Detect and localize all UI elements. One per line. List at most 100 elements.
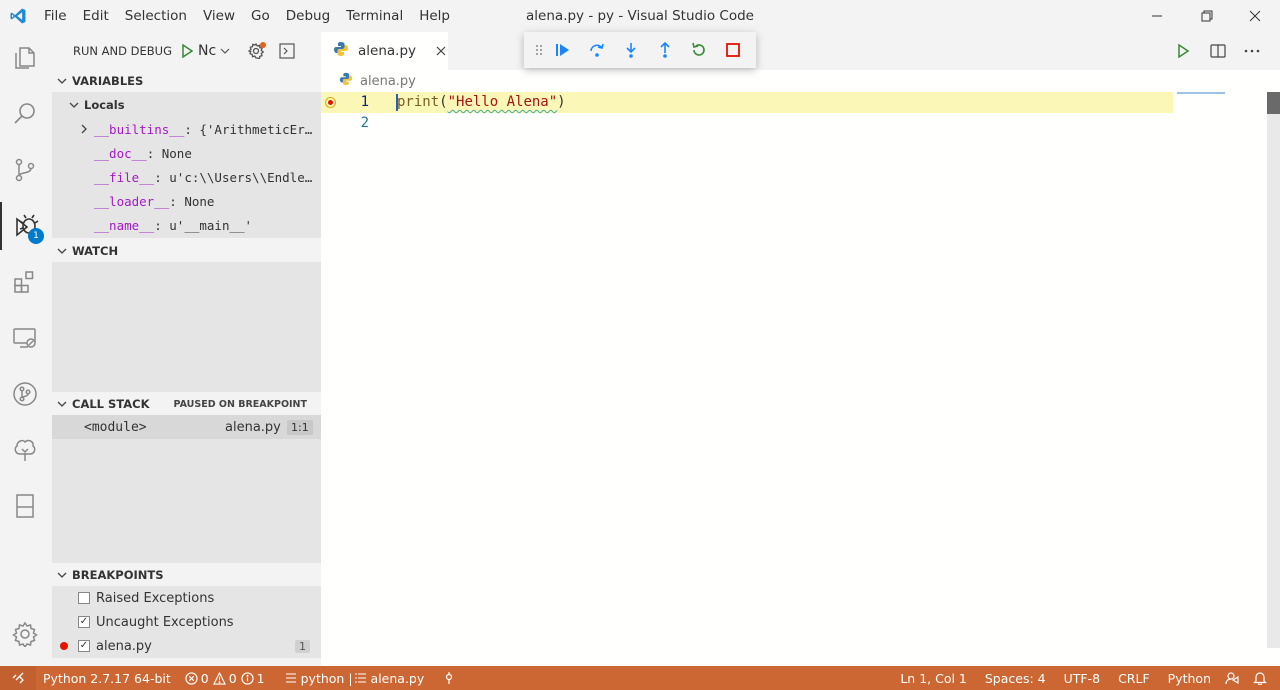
git-graph-icon[interactable] (0, 370, 50, 418)
python-file-icon (333, 41, 349, 61)
checkbox-unchecked-icon[interactable] (78, 592, 90, 604)
breakpoints-header[interactable]: BREAKPOINTS (50, 564, 321, 586)
variable-value: : {'ArithmeticEr… (184, 121, 313, 137)
checkbox-checked-icon[interactable]: ✓ (78, 616, 90, 628)
variable-row[interactable]: __loader__: None (52, 189, 321, 213)
notifications-bell-icon[interactable] (1246, 671, 1274, 685)
list-icon (354, 672, 367, 684)
debug-config-name: python | (300, 670, 353, 686)
variable-row[interactable]: __builtins__: {'ArithmeticEr… (52, 117, 321, 141)
debug-config-indicator[interactable]: python | alena.py (278, 671, 432, 686)
menu-go[interactable]: Go (243, 0, 278, 32)
close-tab-icon[interactable] (436, 46, 446, 56)
restore-icon[interactable] (1184, 0, 1230, 32)
chevron-down-icon (54, 399, 70, 409)
scope-label: Locals (84, 98, 125, 112)
restart-icon[interactable] (682, 36, 716, 64)
call-stack-header[interactable]: CALL STACK PAUSED ON BREAKPOINT (50, 393, 321, 415)
debug-console-icon[interactable] (277, 41, 297, 61)
checkbox-checked-icon[interactable]: ✓ (78, 640, 90, 652)
variable-row[interactable]: __file__: u'c:\\Users\\Endle… (52, 165, 321, 189)
menu-edit[interactable]: Edit (75, 0, 117, 32)
line-number: 1 (360, 94, 369, 110)
scope-locals[interactable]: Locals (52, 93, 321, 117)
stack-frame[interactable]: <module> alena.py 1:1 (52, 415, 321, 439)
debug-toolbar (524, 32, 756, 68)
encoding[interactable]: UTF-8 (1057, 671, 1107, 686)
run-and-debug-title: RUN AND DEBUG (73, 44, 172, 58)
open-launch-json-icon[interactable] (245, 40, 267, 62)
breakpoint-item[interactable]: ✓ alena.py 1 (52, 634, 321, 658)
extensions-icon[interactable] (0, 258, 50, 306)
breakpoints-title: BREAKPOINTS (72, 568, 164, 582)
code-string: "Hello Alena" (447, 94, 558, 110)
editor-area: alena.py alena.py 1 print("Hello Alena")… (321, 32, 1280, 666)
menu-debug[interactable]: Debug (278, 0, 338, 32)
step-out-icon[interactable] (648, 36, 682, 64)
remote-explorer-icon[interactable] (0, 314, 50, 362)
breakpoint-label: alena.py (96, 638, 152, 654)
menu-selection[interactable]: Selection (117, 0, 195, 32)
breadcrumb-file[interactable]: alena.py (360, 74, 416, 89)
menu-terminal[interactable]: Terminal (338, 0, 411, 32)
testing-tree-icon[interactable] (0, 426, 50, 474)
stop-icon[interactable] (716, 36, 750, 64)
breakpoint-count: 1 (295, 639, 310, 653)
run-debug-icon[interactable]: 1 (0, 202, 50, 250)
debug-sidebar: RUN AND DEBUG Nc VARIABLES Locals __buil… (50, 32, 321, 666)
variable-row[interactable]: __doc__: None (52, 141, 321, 165)
chevron-right-icon (76, 124, 92, 134)
variables-header[interactable]: VARIABLES (50, 70, 321, 92)
breakpoint-item[interactable]: Raised Exceptions (52, 586, 321, 610)
run-file-icon[interactable] (1173, 41, 1193, 61)
more-actions-icon[interactable] (1241, 41, 1263, 61)
error-count: 0 (200, 670, 209, 686)
indentation[interactable]: Spaces: 4 (978, 671, 1053, 686)
cursor-position[interactable]: Ln 1, Col 1 (893, 671, 974, 686)
warning-count: 0 (228, 670, 237, 686)
chevron-down-icon (54, 76, 70, 86)
chevron-down-icon (66, 100, 82, 110)
menu-file[interactable]: File (36, 0, 75, 32)
vertical-scrollbar[interactable] (1267, 92, 1280, 648)
watch-header[interactable]: WATCH (50, 240, 321, 262)
code-paren: ) (557, 94, 566, 110)
menu-help[interactable]: Help (411, 0, 458, 32)
continue-icon[interactable] (546, 36, 580, 64)
code-text: print("Hello Alena") (397, 92, 566, 113)
code-line-current[interactable]: 1 print("Hello Alena") (321, 92, 1173, 113)
close-window-icon[interactable] (1232, 0, 1278, 32)
tab-alena-py[interactable]: alena.py (321, 32, 448, 70)
code-line[interactable]: 2 (321, 113, 1173, 134)
breakpoint-label: Raised Exceptions (96, 590, 215, 606)
python-interpreter[interactable]: Python 2.7.17 64-bit (36, 671, 178, 686)
live-share-icon[interactable] (437, 671, 461, 685)
split-editor-icon[interactable] (1208, 41, 1228, 61)
breakpoint-item[interactable]: ✓ Uncaught Exceptions (52, 610, 321, 634)
search-icon[interactable] (0, 90, 50, 138)
language-mode[interactable]: Python (1161, 671, 1218, 686)
minimize-icon[interactable] (1134, 0, 1180, 32)
feedback-icon[interactable] (1218, 671, 1246, 685)
bookmark-icon[interactable] (0, 482, 50, 530)
breakpoint-dot-icon (60, 642, 68, 650)
menu-view[interactable]: View (195, 0, 243, 32)
debug-file-name: alena.py (370, 670, 425, 686)
call-stack-title: CALL STACK (72, 397, 150, 411)
variable-row[interactable]: __name__: u'__main__' (52, 213, 321, 237)
step-over-icon[interactable] (580, 36, 614, 64)
end-of-line[interactable]: CRLF (1111, 671, 1157, 686)
launch-config-select[interactable]: Nc (198, 43, 231, 59)
drag-handle-icon[interactable] (532, 44, 546, 56)
status-bar: Python 2.7.17 64-bit 0 0 1 python | alen… (0, 666, 1280, 690)
breakpoints-pane: Raised Exceptions ✓ Uncaught Exceptions … (52, 586, 321, 658)
settings-gear-icon[interactable] (0, 610, 50, 658)
source-control-icon[interactable] (0, 146, 50, 194)
start-debugging-icon[interactable] (178, 41, 196, 61)
problems-indicator[interactable]: 0 0 1 (178, 671, 272, 686)
remote-indicator-icon[interactable] (0, 666, 36, 690)
variable-value: : u'__main__' (154, 217, 253, 233)
frame-file: alena.py (225, 419, 281, 435)
explorer-icon[interactable] (0, 34, 50, 82)
step-into-icon[interactable] (614, 36, 648, 64)
